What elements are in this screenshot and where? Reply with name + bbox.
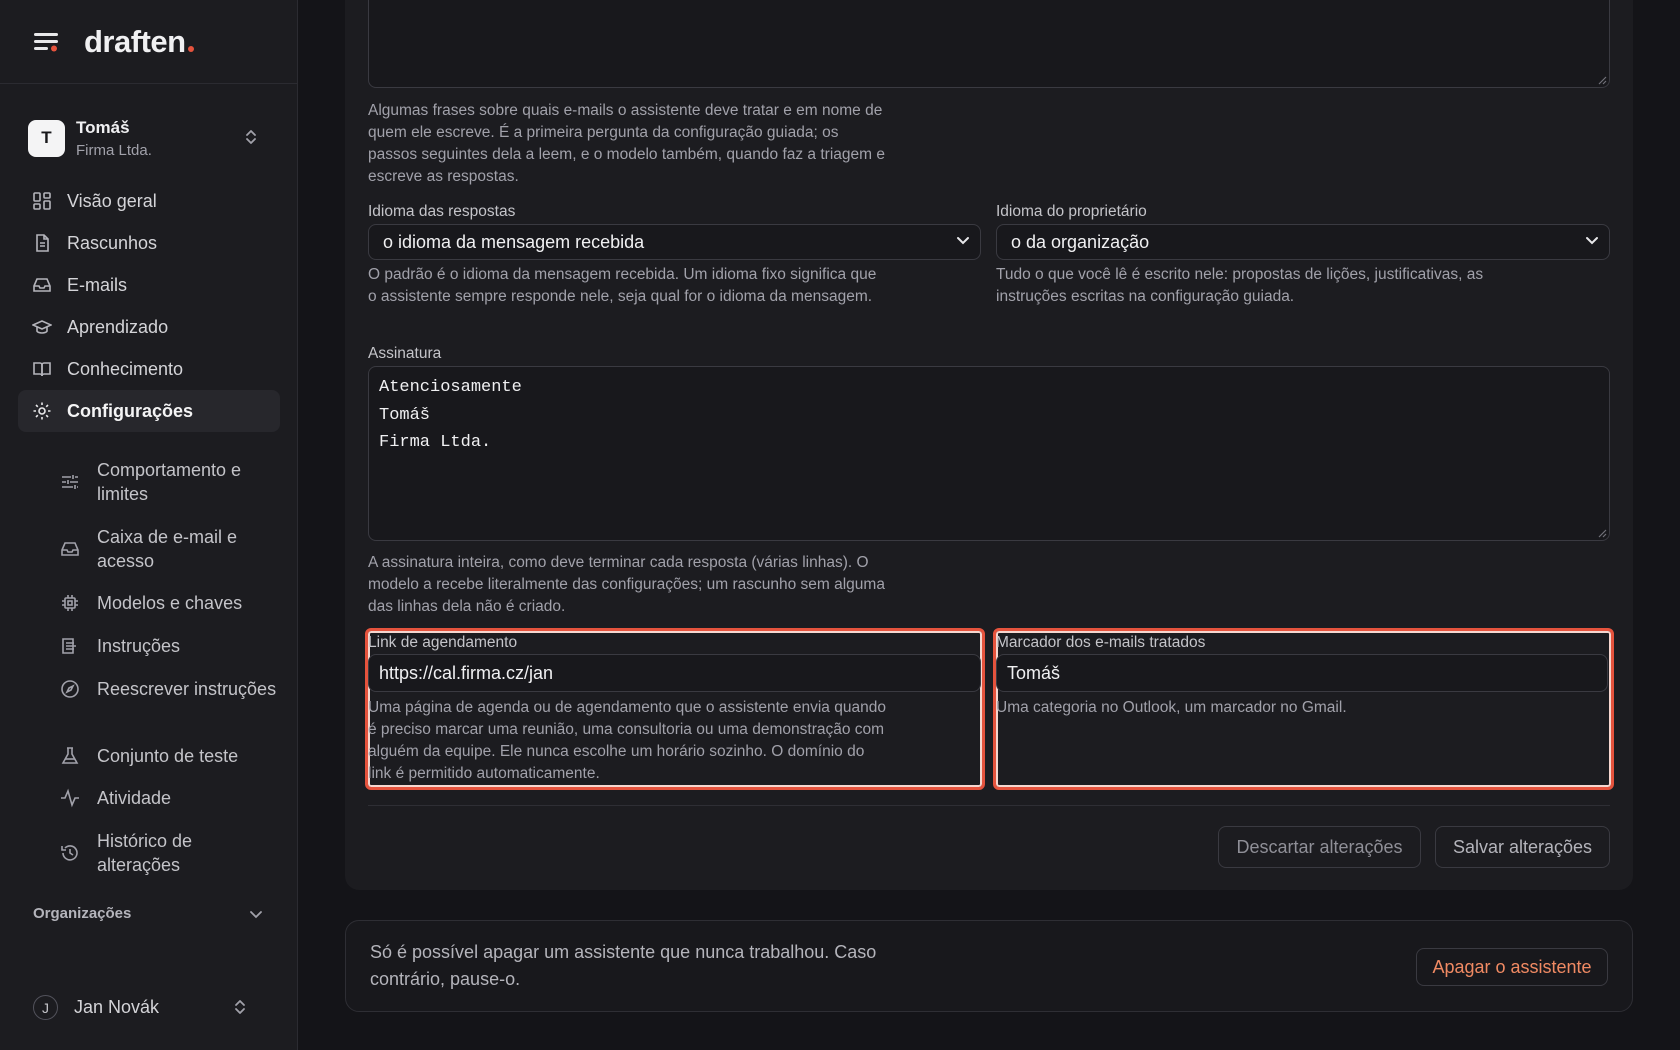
nav-label: Configurações — [67, 400, 194, 421]
user-menu[interactable]: J Jan Novák — [33, 995, 263, 1020]
inbox-icon — [33, 278, 51, 292]
resize-handle-icon[interactable] — [1597, 75, 1607, 85]
marker-input[interactable]: Tomáš — [996, 654, 1608, 692]
save-changes-button[interactable]: Salvar alterações — [1435, 826, 1610, 868]
subnav-label: Modelos e chaves — [97, 593, 243, 613]
signature-textarea[interactable]: Atenciosamente Tomáš Firma Ltda. — [368, 366, 1610, 541]
subnav-label: Caixa de e-mail e acesso — [97, 527, 238, 571]
chip-icon — [62, 595, 78, 611]
subnav-models-keys[interactable]: Modelos e chaves — [60, 591, 280, 615]
user-avatar: J — [33, 995, 58, 1020]
scheduling-link-help: Uma página de agenda ou de agendamento q… — [368, 699, 886, 782]
user-name: Jan Novák — [74, 997, 160, 1017]
reply-language-select[interactable]: o idioma da mensagem recebida — [368, 224, 981, 260]
nav-label: Aprendizado — [67, 316, 169, 337]
description-help: Algumas frases sobre quais e-mails o ass… — [368, 102, 885, 185]
subnav-label: Instruções — [97, 636, 181, 656]
subnav-label: Reescrever instruções — [97, 679, 277, 699]
inbox-icon — [61, 542, 79, 556]
graduation-cap-icon — [32, 320, 52, 334]
history-icon — [61, 845, 78, 861]
nav-item-overview[interactable]: Visão geral — [18, 180, 280, 222]
gear-icon — [33, 402, 51, 420]
logo-dot — [187, 45, 194, 52]
nav-item-learning[interactable]: Aprendizado — [18, 306, 280, 348]
reply-language-label: Idioma das respostas — [368, 203, 516, 220]
chevron-down-icon — [250, 910, 262, 918]
reply-language-value: o idioma da mensagem recebida — [383, 231, 645, 252]
assistant-name: Tomáš — [76, 117, 130, 137]
chevron-down-icon — [1586, 237, 1598, 245]
nav-label: Visão geral — [67, 190, 157, 211]
nav-label: Conhecimento — [67, 358, 184, 379]
owner-language-select[interactable]: o da organização — [996, 224, 1610, 260]
scheduling-link-label: Link de agendamento — [368, 634, 518, 651]
subnav-instructions[interactable]: Instruções — [60, 634, 280, 658]
instructions-icon — [62, 638, 76, 654]
sliders-icon — [62, 475, 78, 489]
subnav-activity[interactable]: Atividade — [60, 786, 280, 810]
nav-item-settings[interactable]: Configurações — [18, 390, 280, 432]
owner-language-label: Idioma do proprietário — [996, 203, 1147, 220]
subnav-test-set[interactable]: Conjunto de teste — [60, 744, 280, 768]
subnav-behavior-limits[interactable]: Comportamento e limites — [60, 458, 280, 506]
subnav-label: Conjunto de teste — [97, 746, 239, 766]
delete-assistant-note: Só é possível apagar um assistente que n… — [370, 942, 877, 989]
document-icon — [36, 234, 49, 252]
brand-bar: draften — [0, 0, 297, 84]
subnav-change-history[interactable]: Histórico de alterações — [60, 829, 280, 877]
nav-item-knowledge[interactable]: Conhecimento — [18, 348, 280, 390]
main-nav: Visão geral Rascunhos E-mails Aprendizad… — [18, 180, 280, 432]
organizations-label: Organizações — [33, 905, 132, 922]
discard-changes-button[interactable]: Descartar alterações — [1218, 826, 1421, 868]
nav-label: E-mails — [67, 274, 128, 295]
organizations-toggle[interactable]: Organizações — [33, 905, 263, 922]
signature-line: Tomáš — [379, 405, 431, 425]
delete-assistant-button[interactable]: Apagar o assistente — [1416, 948, 1608, 986]
activity-icon — [61, 788, 79, 808]
resize-handle-icon[interactable] — [1597, 528, 1607, 538]
scheduling-link-value: https://cal.firma.cz/jan — [379, 662, 554, 683]
nav-item-emails[interactable]: E-mails — [18, 264, 280, 306]
delete-assistant-card: Só é possível apagar um assistente que n… — [345, 920, 1633, 1012]
book-icon — [33, 362, 51, 377]
form-divider — [368, 805, 1610, 806]
marker-label: Marcador dos e-mails tratados — [996, 634, 1206, 651]
flask-icon — [61, 747, 79, 764]
subnav-label: Histórico de alterações — [97, 831, 193, 875]
subnav-label: Atividade — [97, 788, 172, 808]
assistant-description-textarea[interactable] — [368, 0, 1610, 88]
reply-language-help: O padrão é o idioma da mensagem recebida… — [368, 266, 877, 305]
menu-icon[interactable] — [32, 28, 60, 56]
subnav-mailbox-access[interactable]: Caixa de e-mail e acesso — [60, 525, 280, 573]
nav-label: Rascunhos — [67, 232, 158, 253]
sidebar: draften T Tomáš Firma Ltda. Visão geral … — [0, 0, 298, 1050]
assistant-org: Firma Ltda. — [76, 141, 152, 159]
nav-item-drafts[interactable]: Rascunhos — [18, 222, 280, 264]
dashboard-icon — [33, 192, 51, 210]
owner-language-help: Tudo o que você lê é escrito nele: propo… — [996, 266, 1484, 305]
marker-value: Tomáš — [1007, 662, 1061, 683]
subnav-label: Comportamento e limites — [97, 460, 242, 504]
app-logo[interactable]: draften — [84, 24, 194, 60]
owner-language-value: o da organização — [1011, 231, 1150, 252]
compass-icon — [61, 680, 79, 698]
signature-line: Atenciosamente — [379, 378, 522, 397]
subnav-rewrite-instructions[interactable]: Reescrever instruções — [60, 677, 280, 701]
assistant-switcher[interactable]: T Tomáš Firma Ltda. — [18, 108, 280, 168]
chevrons-up-down-icon — [246, 130, 256, 144]
signature-help: A assinatura inteira, como deve terminar… — [368, 554, 885, 615]
assistant-avatar: T — [28, 119, 65, 157]
scheduling-link-input[interactable]: https://cal.firma.cz/jan — [368, 654, 981, 692]
chevron-down-icon — [957, 237, 969, 245]
marker-help: Uma categoria no Outlook, um marcador no… — [996, 699, 1347, 716]
chevrons-up-down-icon — [235, 1000, 245, 1014]
signature-label: Assinatura — [368, 345, 442, 362]
signature-line: Firma Ltda. — [379, 433, 492, 452]
